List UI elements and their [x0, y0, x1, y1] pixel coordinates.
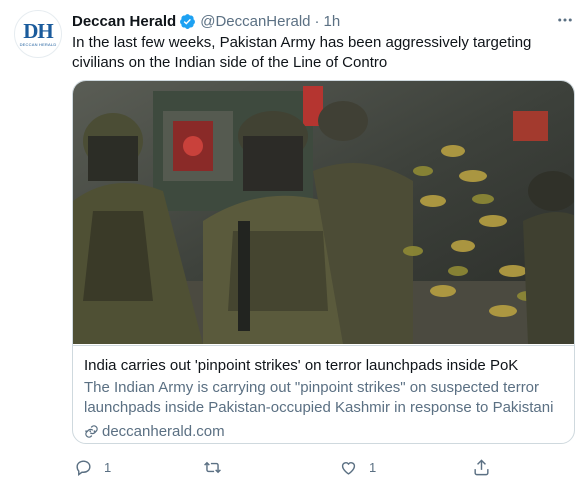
heart-icon	[341, 461, 356, 475]
handle[interactable]: @DeccanHerald	[200, 13, 310, 30]
card-image[interactable]	[73, 81, 574, 344]
like-count: 1	[369, 459, 377, 475]
like-button[interactable]: 1	[339, 456, 376, 478]
avatar-logo-text: DH	[23, 19, 53, 43]
reply-icon	[76, 459, 91, 476]
share-icon	[474, 458, 489, 475]
display-name[interactable]: Deccan Herald	[72, 13, 176, 30]
soldiers-photo	[73, 81, 574, 344]
card-domain[interactable]: deccanherald.com	[84, 421, 225, 441]
tweet[interactable]: DH DECCAN HERALD Deccan Herald @DeccanHe…	[0, 0, 588, 482]
retweet-button[interactable]	[203, 456, 233, 478]
link-card[interactable]: India carries out 'pinpoint strikes' on …	[72, 80, 575, 444]
avatar-logo-subtext: DECCAN HERALD	[19, 42, 57, 47]
retweet-icon	[204, 461, 221, 473]
reply-count: 1	[104, 459, 112, 475]
verified-badge-icon	[179, 13, 196, 30]
link-icon	[85, 424, 98, 438]
separator-dot: ·	[314, 12, 320, 30]
card-title[interactable]: India carries out 'pinpoint strikes' on …	[84, 356, 566, 376]
avatar[interactable]: DH DECCAN HERALD	[14, 10, 62, 58]
tweet-header: Deccan Herald @DeccanHerald · 1h	[72, 11, 340, 31]
more-icon[interactable]	[554, 10, 576, 30]
timestamp[interactable]: 1h	[324, 13, 341, 30]
reply-button[interactable]: 1	[74, 456, 111, 478]
card-domain-text: deccanherald.com	[102, 422, 225, 440]
tweet-text: In the last few weeks, Pakistan Army has…	[72, 34, 532, 71]
card-body[interactable]: India carries out 'pinpoint strikes' on …	[73, 345, 574, 443]
action-bar: 1 1	[72, 456, 512, 478]
share-button[interactable]	[472, 456, 491, 478]
